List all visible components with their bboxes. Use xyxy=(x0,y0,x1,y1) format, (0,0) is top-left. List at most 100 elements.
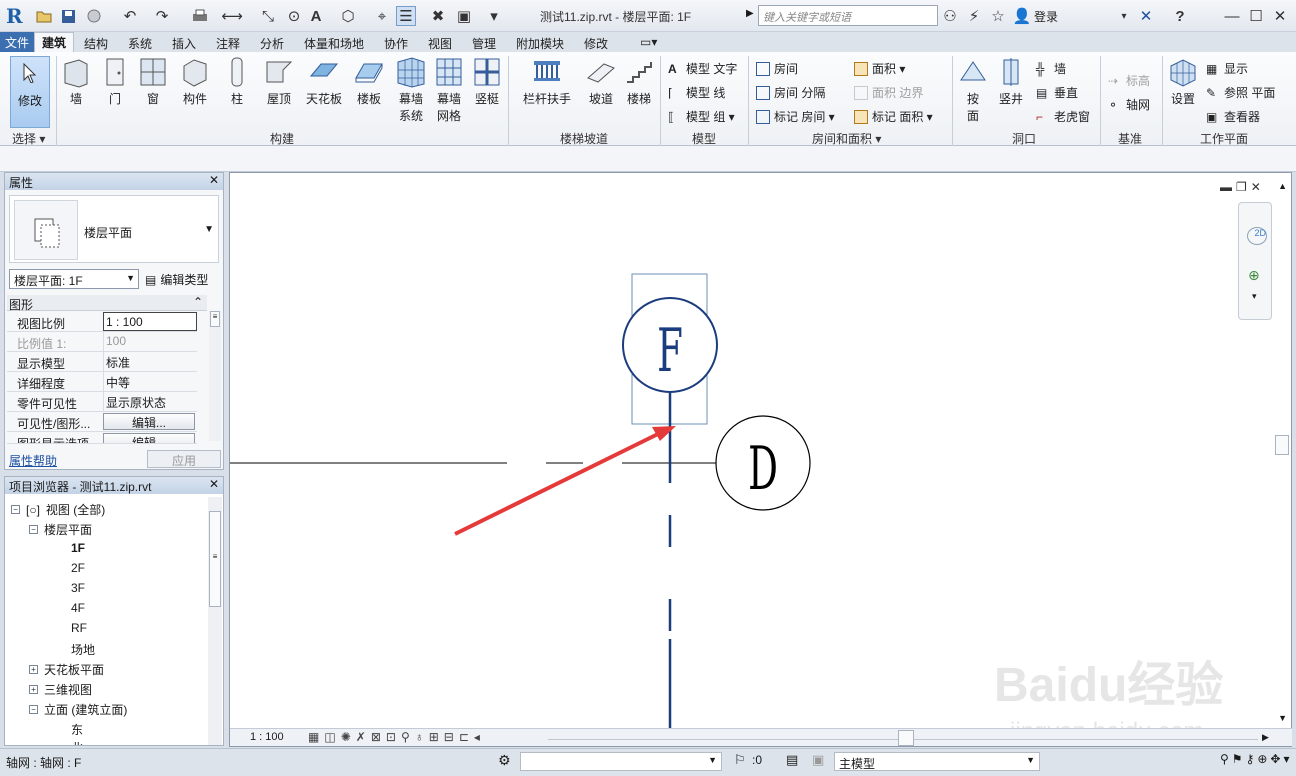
wall-button[interactable]: 墙 xyxy=(60,56,92,107)
close-hidden-icon[interactable]: ✖ xyxy=(428,6,448,26)
select-by-face-icon[interactable]: ⊕ xyxy=(1257,752,1270,766)
open-icon[interactable] xyxy=(34,6,54,26)
customize-toolbar-icon[interactable]: ▾ xyxy=(484,6,504,26)
exchange-icon[interactable]: ✕ xyxy=(1136,6,1156,26)
level-button[interactable]: ⇢ 标高 xyxy=(1108,72,1150,89)
collapse-icon[interactable]: − xyxy=(11,505,20,514)
restore-view-icon[interactable]: ❐ xyxy=(1236,180,1251,194)
vertical-opening-button[interactable]: ▤ 垂直 xyxy=(1036,84,1078,101)
tag-room-button[interactable]: 标记 房间 ▾ xyxy=(756,108,835,125)
ribbon-options-icon[interactable]: ▭▾ xyxy=(640,35,657,49)
apply-button[interactable]: 应用 xyxy=(147,450,221,468)
tree-item-2f[interactable]: 2F xyxy=(71,561,85,575)
column-button[interactable]: 柱 xyxy=(224,56,250,107)
login-link[interactable]: 登录 xyxy=(1034,8,1058,25)
room-panel-title[interactable]: 房间和面积 ▾ xyxy=(812,130,881,147)
workplane-viewer-button[interactable]: ▣ 查看器 xyxy=(1206,108,1260,125)
tab-systems[interactable]: 系统 xyxy=(128,35,152,52)
floor-button[interactable]: 楼板 xyxy=(352,56,386,107)
tab-massing-site[interactable]: 体量和场地 xyxy=(304,35,364,52)
view-control-icons[interactable]: ▦◫✺✗⊠⊡⚲♁⊞⊟⊏◂ xyxy=(308,730,485,744)
constraints-icon[interactable]: ⊏ xyxy=(459,730,474,744)
select-links-icon[interactable]: ⚲ xyxy=(1220,752,1232,766)
view-window-controls[interactable]: ▬❐✕ xyxy=(1220,180,1265,194)
visibility-edit-button[interactable]: 编辑... xyxy=(103,413,195,430)
property-value[interactable]: 中等 xyxy=(103,372,197,391)
3d-view-icon[interactable]: ⬡ xyxy=(338,6,358,26)
mullion-button[interactable]: 竖梃 xyxy=(472,56,502,107)
component-button[interactable]: 构件 xyxy=(178,56,212,107)
browser-scrollbar[interactable]: ≡ xyxy=(208,497,222,745)
crop-region-icon[interactable]: ⊠ xyxy=(371,730,386,744)
section-icon[interactable]: ⌖ xyxy=(372,6,392,26)
tab-view[interactable]: 视图 xyxy=(428,35,452,52)
expand-icon[interactable]: + xyxy=(29,685,38,694)
tab-structure[interactable]: 结构 xyxy=(84,35,108,52)
sun-path-icon[interactable]: ✺ xyxy=(341,730,356,744)
design-options-icon[interactable]: ▤ xyxy=(786,752,798,768)
shaft-button[interactable]: 竖井 xyxy=(996,56,1026,107)
expand-controls-icon[interactable]: ◂ xyxy=(474,730,485,744)
tree-elevations[interactable]: − 立面 (建筑立面) xyxy=(29,701,127,718)
subscription-icon[interactable]: ⚡ xyxy=(964,6,984,26)
graphic-display-edit-button[interactable]: 编辑... xyxy=(103,433,195,443)
close-icon[interactable]: ✕ xyxy=(1270,6,1290,26)
tab-architecture[interactable]: 建筑 xyxy=(34,32,74,52)
model-line-button[interactable]: ⌈ 模型 线 xyxy=(668,84,725,101)
tab-modify[interactable]: 修改 xyxy=(584,35,608,52)
scroll-up-arrow-icon[interactable]: ▲ xyxy=(1278,181,1287,191)
ramp-button[interactable]: 坡道 xyxy=(586,56,616,107)
type-selector[interactable]: 楼层平面 ▼ xyxy=(9,195,219,263)
show-workplane-button[interactable]: ▦ 显示 xyxy=(1206,60,1248,77)
graphics-group-header[interactable]: 图形 ⌃ xyxy=(7,295,207,312)
favorites-star-icon[interactable]: ☆ xyxy=(988,6,1008,26)
expand-arrow-icon[interactable]: ▶ xyxy=(746,8,754,19)
view-scale[interactable]: 1 : 100 xyxy=(250,731,284,743)
tree-item-1f[interactable]: 1F xyxy=(71,541,85,555)
collapse-icon[interactable]: − xyxy=(29,525,38,534)
tree-item-4f[interactable]: 4F xyxy=(71,601,85,615)
edit-type-button[interactable]: ▤ 编辑类型 xyxy=(145,271,208,288)
zoom-dropdown-icon[interactable]: ▾ xyxy=(1252,291,1257,302)
close-view-icon[interactable]: ✕ xyxy=(1251,180,1265,194)
design-option-select[interactable]: 主模型 ▼ xyxy=(834,752,1040,771)
zoom-icon[interactable]: ⊕ xyxy=(1248,267,1260,284)
drag-elements-icon[interactable]: ✥ xyxy=(1270,752,1283,766)
property-row[interactable]: 零件可见性 显示原状态 xyxy=(7,392,197,412)
worksets-icon[interactable]: ⚙ xyxy=(498,752,511,769)
minimize-icon[interactable]: — xyxy=(1222,6,1242,26)
expand-icon[interactable]: + xyxy=(29,665,38,674)
tab-annotate[interactable]: 注释 xyxy=(216,35,240,52)
show-crop-icon[interactable]: ⊡ xyxy=(386,730,401,744)
collapse-icon[interactable]: − xyxy=(29,705,38,714)
save-icon[interactable] xyxy=(58,6,78,26)
property-value-input[interactable]: 1 : 100 xyxy=(103,312,197,331)
roof-button[interactable]: 屋顶 xyxy=(262,56,296,107)
room-button[interactable]: 房间 xyxy=(756,60,798,77)
app-logo-icon[interactable]: R xyxy=(6,4,28,28)
search-input[interactable]: 键入关键字或短语 xyxy=(758,5,938,26)
steering-wheel-icon[interactable]: 2D xyxy=(1247,227,1267,245)
highlight-displacement-icon[interactable]: ⊟ xyxy=(444,730,459,744)
exclude-options-icon[interactable]: ▣ xyxy=(812,752,824,768)
select-underlay-icon[interactable]: ⚑ xyxy=(1232,752,1246,766)
property-row[interactable]: 视图比例 1 : 100 xyxy=(7,312,197,332)
tree-3d-views[interactable]: + 三维视图 xyxy=(29,681,92,698)
property-row[interactable]: 显示模型 标准 xyxy=(7,352,197,372)
properties-scrollbar[interactable]: ≡ xyxy=(209,311,221,441)
canvas-vertical-scroll-thumb[interactable] xyxy=(1275,435,1289,455)
view-instance-select[interactable]: 楼层平面: 1F ▼ xyxy=(9,269,139,289)
tree-item-north[interactable]: 北 xyxy=(71,739,83,745)
filter-icon[interactable]: ▾ xyxy=(1283,752,1292,766)
redo-icon[interactable]: ↷ xyxy=(152,6,172,26)
select-panel-title[interactable]: 选择 ▾ xyxy=(12,130,45,147)
help-icon[interactable]: ? xyxy=(1170,6,1190,26)
workset-select[interactable]: ▼ xyxy=(520,752,722,771)
tree-floor-plans[interactable]: − 楼层平面 xyxy=(29,521,92,538)
wall-opening-button[interactable]: ╬ 墙 xyxy=(1036,60,1066,77)
reveal-hidden-icon[interactable]: ♁ xyxy=(415,730,429,744)
editing-requests-icon[interactable]: ⚐ xyxy=(734,752,746,768)
scroll-down-arrow-icon[interactable]: ▼ xyxy=(1278,713,1287,723)
modify-button[interactable]: 修改 xyxy=(10,56,50,128)
curtain-grid-button[interactable]: 幕墙 网格 xyxy=(434,56,464,124)
